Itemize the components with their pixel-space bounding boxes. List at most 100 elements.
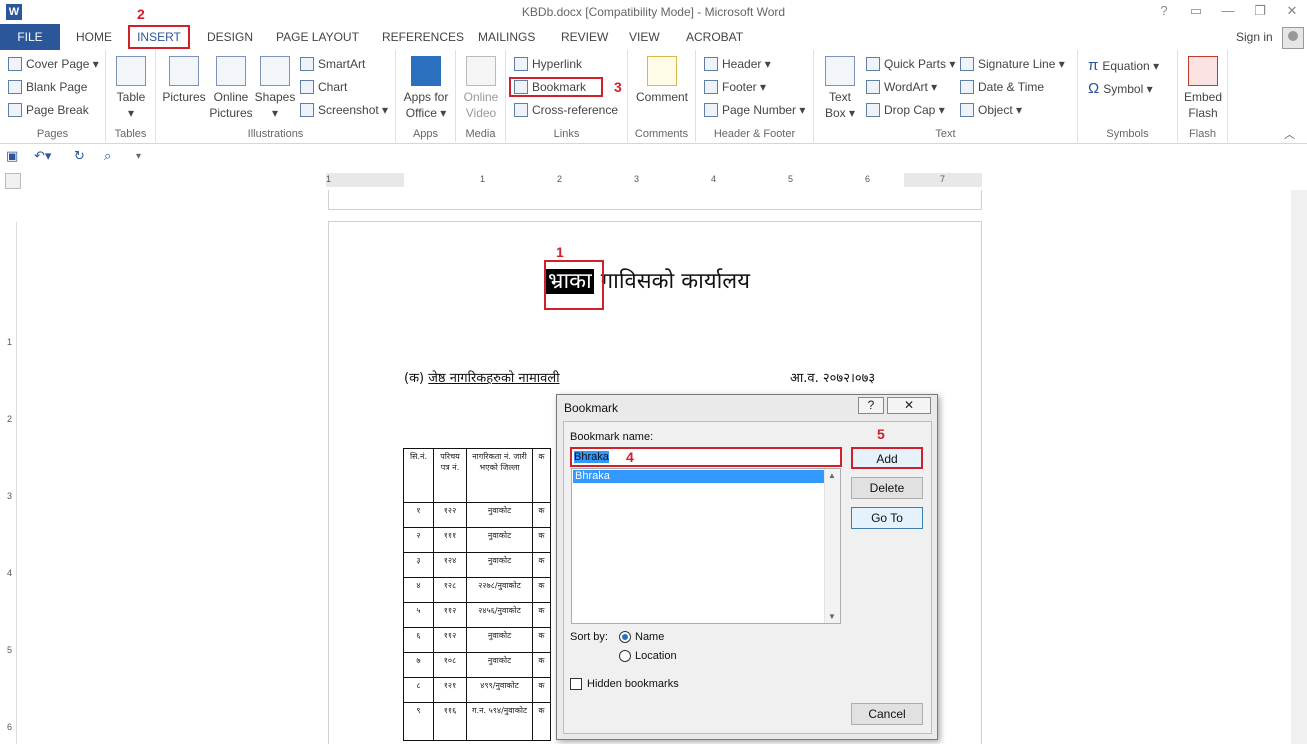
quick-parts-button[interactable]: Quick Parts ▾ xyxy=(866,57,955,71)
header-button[interactable]: Header ▾ xyxy=(704,57,771,71)
sort-name-radio[interactable] xyxy=(619,631,631,643)
pi-icon: π xyxy=(1088,57,1099,74)
pictures-icon xyxy=(169,56,199,86)
table-button[interactable]: Table ▾ xyxy=(112,56,150,121)
tab-home[interactable]: HOME xyxy=(76,30,112,44)
blank-page-button[interactable]: Blank Page xyxy=(8,80,87,94)
tab-view[interactable]: VIEW xyxy=(629,30,660,44)
text-box-button[interactable]: Text Box ▾ xyxy=(820,56,860,121)
footer-button[interactable]: Footer ▾ xyxy=(704,80,766,94)
wordart-button[interactable]: WordArt ▾ xyxy=(866,80,937,94)
save-icon[interactable]: ▣ xyxy=(6,148,18,164)
horizontal-ruler[interactable]: 1 1 2 3 4 5 6 7 xyxy=(326,173,982,187)
date-time-button[interactable]: Date & Time xyxy=(960,80,1044,94)
hidden-bookmarks-label[interactable]: Hidden bookmarks xyxy=(587,678,679,690)
avatar[interactable] xyxy=(1282,27,1304,49)
group-comments: Comment Comments xyxy=(628,50,696,142)
embed-flash-button[interactable]: Embed Flash xyxy=(1180,56,1226,121)
tab-page-layout[interactable]: PAGE LAYOUT xyxy=(276,30,359,44)
cover-page-button[interactable]: Cover Page ▾ xyxy=(8,57,99,71)
go-to-button[interactable]: Go To xyxy=(851,507,923,529)
sort-location-label[interactable]: Location xyxy=(635,650,677,662)
scroll-down-icon[interactable]: ▼ xyxy=(828,612,836,621)
print-preview-icon[interactable]: ⌕ xyxy=(104,148,111,164)
text-box-icon xyxy=(825,56,855,86)
signature-line-button[interactable]: Signature Line ▾ xyxy=(960,57,1065,71)
bookmark-list[interactable]: Bhraka ▲ ▼ xyxy=(571,468,841,624)
symbol-button[interactable]: Ω Symbol ▾ xyxy=(1088,80,1153,97)
page-number-icon xyxy=(704,103,718,117)
delete-button[interactable]: Delete xyxy=(851,477,923,499)
redo-icon[interactable]: ↻ xyxy=(74,148,85,164)
group-illustrations: Pictures Online Pictures Shapes ▾ SmartAr… xyxy=(156,50,396,142)
group-symbols: π Equation ▾ Ω Symbol ▾ Symbols xyxy=(1078,50,1178,142)
page-break-button[interactable]: Page Break xyxy=(8,103,89,117)
restore-icon[interactable]: ❐ xyxy=(1251,3,1269,19)
smartart-button[interactable]: SmartArt xyxy=(300,57,365,71)
minimize-icon[interactable]: — xyxy=(1219,3,1237,19)
window-controls: ? ▭ — ❐ ✕ xyxy=(1155,3,1301,19)
dialog-close-button[interactable]: ✕ xyxy=(887,397,931,414)
sort-name-label[interactable]: Name xyxy=(635,631,664,643)
group-label-flash: Flash xyxy=(1189,128,1216,140)
comment-button[interactable]: Comment xyxy=(632,56,692,105)
table-row: ३ १२४ नुवाकोट क xyxy=(403,552,551,578)
page-number-button[interactable]: Page Number ▾ xyxy=(704,103,805,117)
pictures-button[interactable]: Pictures xyxy=(160,56,208,105)
annotation-4: 4 xyxy=(626,449,634,465)
online-video-button[interactable]: Online Video xyxy=(458,56,504,121)
object-button[interactable]: Object ▾ xyxy=(960,103,1022,117)
sort-location-radio[interactable] xyxy=(619,650,631,662)
list-scrollbar[interactable]: ▲ ▼ xyxy=(824,469,840,623)
hidden-bookmarks-checkbox[interactable] xyxy=(570,678,582,690)
ruler-number: 7 xyxy=(940,174,946,184)
tab-selector[interactable] xyxy=(5,173,21,189)
group-label-illustrations: Illustrations xyxy=(247,128,304,140)
equation-button[interactable]: π Equation ▾ xyxy=(1088,57,1159,74)
shapes-button[interactable]: Shapes ▾ xyxy=(254,56,296,121)
group-label-media: Media xyxy=(465,128,496,140)
hyperlink-button[interactable]: Hyperlink xyxy=(514,57,582,71)
vertical-ruler[interactable]: 1 2 3 4 5 6 xyxy=(5,222,17,744)
tab-insert[interactable]: INSERT xyxy=(128,25,190,49)
close-icon[interactable]: ✕ xyxy=(1283,3,1301,19)
bookmark-name-input[interactable]: Bhraka xyxy=(570,447,842,467)
undo-icon[interactable]: ↶▾ xyxy=(34,148,51,164)
tab-design[interactable]: DESIGN xyxy=(207,30,253,44)
annotation-1: 1 xyxy=(556,244,564,260)
ribbon-display-icon[interactable]: ▭ xyxy=(1187,3,1205,19)
table-row: १ १२२ नुवाकोट क xyxy=(403,502,551,528)
chart-button[interactable]: Chart xyxy=(300,80,347,94)
list-item[interactable]: Bhraka xyxy=(573,470,824,483)
help-icon[interactable]: ? xyxy=(1155,3,1173,19)
annotation-5: 5 xyxy=(877,426,885,442)
tab-acrobat[interactable]: ACROBAT xyxy=(686,30,743,44)
vertical-scrollbar[interactable] xyxy=(1291,190,1307,744)
drop-cap-button[interactable]: Drop Cap ▾ xyxy=(866,103,945,117)
footer-icon xyxy=(704,80,718,94)
table-icon xyxy=(116,56,146,86)
dialog-help-button[interactable]: ? xyxy=(858,397,884,414)
ruler-number: 5 xyxy=(7,645,13,655)
scroll-up-icon[interactable]: ▲ xyxy=(828,471,836,480)
apps-for-office-button[interactable]: Apps for Office ▾ xyxy=(400,56,452,121)
online-pictures-button[interactable]: Online Pictures xyxy=(208,56,254,121)
tab-references[interactable]: REFERENCES xyxy=(382,30,464,44)
cancel-button[interactable]: Cancel xyxy=(851,703,923,725)
add-button[interactable]: Add xyxy=(851,447,923,469)
signin-link[interactable]: Sign in xyxy=(1236,30,1273,44)
comment-icon xyxy=(647,56,677,86)
customize-qat-icon[interactable]: ▾ xyxy=(136,151,141,162)
tab-file[interactable]: FILE xyxy=(0,24,60,50)
page-break-icon xyxy=(8,103,22,117)
table-row: ८ १२१ ४९९/नुवाकोट क xyxy=(403,677,551,703)
tab-mailings[interactable]: MAILINGS xyxy=(478,30,535,44)
ruler-number: 4 xyxy=(711,174,717,184)
tab-review[interactable]: REVIEW xyxy=(561,30,608,44)
screenshot-button[interactable]: Screenshot ▾ xyxy=(300,103,388,117)
cross-reference-button[interactable]: Cross-reference xyxy=(514,103,618,117)
collapse-ribbon-icon[interactable]: ︿ xyxy=(1284,126,1295,142)
group-label-pages: Pages xyxy=(36,128,69,140)
heading-rest: गाविसको कार्यालय xyxy=(593,269,750,294)
ruler-number: 2 xyxy=(557,174,563,184)
